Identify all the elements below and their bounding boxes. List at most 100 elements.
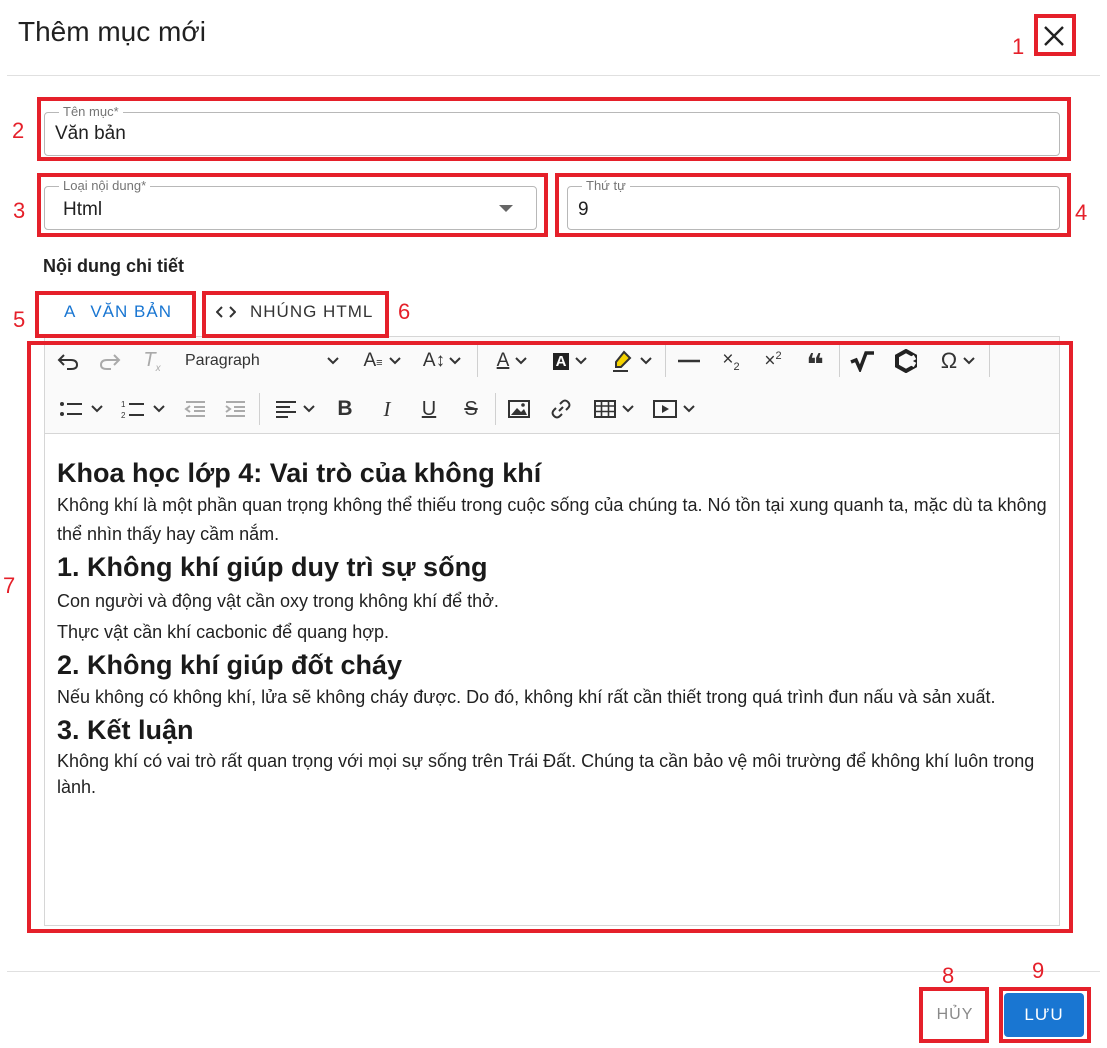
undo-icon	[57, 354, 79, 370]
background-color-icon: A	[552, 352, 570, 370]
toolbar-separator	[665, 345, 666, 377]
line-height-icon: A↕	[422, 350, 446, 371]
content-type-select[interactable]: Loại nội dung* Html	[44, 178, 537, 230]
blockquote-button[interactable]: ❝	[801, 347, 829, 381]
dropdown-arrow-icon	[499, 205, 513, 212]
tab-text-label: VĂN BẢN	[90, 302, 172, 321]
rich-text-editor[interactable]: Tx Paragraph A≡ A↕ A A ×2 ×2 ❝ Ω 1 2 B I…	[44, 336, 1060, 926]
close-button[interactable]	[1038, 20, 1070, 52]
italic-button[interactable]: I	[373, 395, 401, 423]
underline-icon: U	[421, 397, 437, 420]
insert-image-button[interactable]	[505, 395, 533, 423]
name-field-label: Tên mục*	[59, 104, 123, 119]
insert-link-button[interactable]	[547, 395, 575, 423]
indent-button[interactable]	[221, 395, 249, 423]
insert-table-button[interactable]	[589, 395, 639, 423]
annotation-marker-2: 2	[12, 118, 25, 143]
code-icon	[216, 306, 236, 318]
omega-icon: Ω	[940, 348, 958, 373]
annotation-marker-9: 9	[1032, 958, 1045, 983]
redo-button[interactable]	[97, 347, 123, 375]
bold-button[interactable]: B	[331, 395, 359, 423]
chemistry-formula-button[interactable]	[891, 347, 921, 375]
toolbar-separator	[495, 393, 496, 425]
text-a-icon: A	[64, 302, 77, 321]
italic-icon: I	[383, 396, 391, 421]
toolbar-separator	[477, 345, 478, 377]
undo-button[interactable]	[55, 347, 81, 375]
link-icon	[551, 399, 571, 419]
subscript-icon: ×2	[722, 349, 740, 373]
math-formula-icon	[850, 351, 874, 372]
annotation-marker-4: 4	[1075, 200, 1088, 225]
image-icon	[508, 400, 530, 418]
chevron-down-icon	[640, 357, 652, 365]
media-icon	[653, 400, 677, 418]
subscript-button[interactable]: ×2	[717, 347, 745, 375]
indent-icon	[225, 401, 245, 417]
content-type-value: Html	[63, 199, 103, 220]
annotation-marker-8: 8	[942, 963, 955, 988]
chevron-down-icon	[449, 357, 461, 365]
name-field[interactable]: Tên mục* Văn bản	[44, 104, 1060, 156]
chevron-down-icon	[683, 405, 695, 413]
math-formula-button[interactable]	[847, 347, 877, 375]
special-characters-button[interactable]: Ω	[933, 347, 983, 375]
chevron-down-icon	[327, 357, 339, 365]
insert-media-button[interactable]	[649, 395, 699, 423]
annotation-marker-1: 1	[1012, 34, 1025, 59]
strikethrough-button[interactable]: S	[457, 395, 485, 423]
order-field[interactable]: Thứ tự 9	[567, 178, 1060, 230]
bold-icon: B	[337, 397, 353, 420]
chevron-down-icon	[153, 405, 165, 413]
close-icon	[1044, 26, 1064, 46]
tab-text[interactable]: A VĂN BẢN	[64, 302, 172, 322]
bulleted-list-button[interactable]	[55, 395, 107, 423]
cancel-button[interactable]: HỦY	[926, 994, 984, 1036]
tab-embed-html[interactable]: NHÚNG HTML	[216, 302, 373, 322]
line-height-button[interactable]: A↕	[417, 347, 467, 375]
content-intro: Không khí là một phần quan trọng không t…	[57, 495, 1047, 544]
name-field-value: Văn bản	[55, 123, 126, 144]
highlight-button[interactable]	[605, 347, 657, 375]
font-size-button[interactable]: A≡	[357, 347, 407, 375]
chevron-down-icon	[963, 357, 975, 365]
text-align-button[interactable]	[269, 395, 321, 423]
paragraph-select-label: Paragraph	[185, 352, 260, 369]
underline-button[interactable]: U	[415, 395, 443, 423]
annotation-marker-3: 3	[13, 198, 26, 223]
annotation-marker-6: 6	[398, 299, 411, 324]
numbered-list-button[interactable]: 12	[117, 395, 169, 423]
section-3-text: Không khí có vai trò rất quan trọng với …	[57, 751, 1035, 797]
toolbar-separator	[989, 345, 990, 377]
content-title: Khoa học lớp 4: Vai trò của không khí	[57, 458, 542, 488]
horizontal-line-icon	[678, 359, 700, 363]
section-2-text: Nếu không có không khí, lửa sẽ không chá…	[57, 687, 996, 707]
remove-format-button[interactable]: Tx	[139, 347, 165, 375]
section-1-line-2: Thực vật cần khí cacbonic để quang hợp.	[57, 622, 390, 642]
footer-divider	[7, 971, 1100, 972]
font-color-button[interactable]: A	[487, 347, 537, 375]
remove-format-icon: Tx	[143, 348, 161, 374]
chevron-down-icon	[91, 405, 103, 413]
background-color-button[interactable]: A	[545, 347, 595, 375]
tab-embed-html-label: NHÚNG HTML	[250, 302, 374, 321]
editor-content[interactable]: Khoa học lớp 4: Vai trò của không khí Kh…	[57, 455, 1047, 800]
superscript-button[interactable]: ×2	[759, 347, 787, 375]
horizontal-line-button[interactable]	[675, 347, 703, 375]
chevron-down-icon	[303, 405, 315, 413]
detail-section-title: Nội dung chi tiết	[43, 256, 184, 276]
dialog-title: Thêm mục mới	[18, 16, 206, 47]
header-divider	[7, 75, 1100, 76]
paragraph-select[interactable]: Paragraph	[185, 347, 345, 375]
save-button[interactable]: LƯU	[1004, 993, 1084, 1037]
annotation-marker-7: 7	[3, 573, 16, 598]
toolbar-separator	[259, 393, 260, 425]
chevron-down-icon	[622, 405, 634, 413]
chevron-down-icon	[388, 357, 401, 365]
bulleted-list-icon	[60, 402, 82, 416]
order-field-value: 9	[578, 199, 589, 220]
order-field-label: Thứ tự	[582, 178, 630, 193]
outdent-button[interactable]	[181, 395, 209, 423]
font-color-icon: A	[496, 350, 510, 371]
